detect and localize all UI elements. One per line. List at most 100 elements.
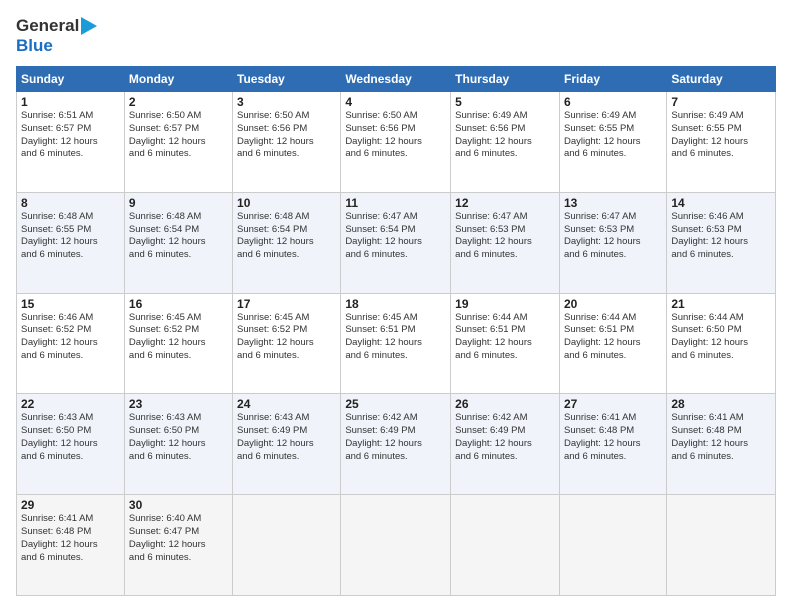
cell-week2-day0: 8 Sunrise: 6:48 AMSunset: 6:55 PMDayligh…: [17, 192, 125, 293]
day-info: Sunrise: 6:45 AMSunset: 6:52 PMDaylight:…: [129, 312, 206, 361]
day-number: 1: [21, 95, 120, 109]
header-friday: Friday: [559, 67, 666, 92]
cell-week5-day6: [667, 495, 776, 596]
day-info: Sunrise: 6:50 AMSunset: 6:56 PMDaylight:…: [345, 110, 422, 159]
day-info: Sunrise: 6:42 AMSunset: 6:49 PMDaylight:…: [455, 412, 532, 461]
cell-week1-day6: 7 Sunrise: 6:49 AMSunset: 6:55 PMDayligh…: [667, 92, 776, 193]
calendar-body: 1 Sunrise: 6:51 AMSunset: 6:57 PMDayligh…: [17, 92, 776, 596]
day-info: Sunrise: 6:45 AMSunset: 6:52 PMDaylight:…: [237, 312, 314, 361]
day-number: 21: [671, 297, 771, 311]
cell-week4-day4: 26 Sunrise: 6:42 AMSunset: 6:49 PMDaylig…: [451, 394, 560, 495]
header-monday: Monday: [124, 67, 232, 92]
cell-week2-day2: 10 Sunrise: 6:48 AMSunset: 6:54 PMDaylig…: [233, 192, 341, 293]
day-number: 25: [345, 397, 446, 411]
day-info: Sunrise: 6:50 AMSunset: 6:56 PMDaylight:…: [237, 110, 314, 159]
day-number: 3: [237, 95, 336, 109]
day-number: 17: [237, 297, 336, 311]
day-number: 24: [237, 397, 336, 411]
day-info: Sunrise: 6:49 AMSunset: 6:55 PMDaylight:…: [564, 110, 641, 159]
cell-week2-day5: 13 Sunrise: 6:47 AMSunset: 6:53 PMDaylig…: [559, 192, 666, 293]
cell-week2-day1: 9 Sunrise: 6:48 AMSunset: 6:54 PMDayligh…: [124, 192, 232, 293]
day-number: 20: [564, 297, 662, 311]
day-info: Sunrise: 6:48 AMSunset: 6:54 PMDaylight:…: [237, 211, 314, 260]
day-number: 28: [671, 397, 771, 411]
day-number: 7: [671, 95, 771, 109]
day-of-week-row: SundayMondayTuesdayWednesdayThursdayFrid…: [17, 67, 776, 92]
day-info: Sunrise: 6:46 AMSunset: 6:53 PMDaylight:…: [671, 211, 748, 260]
cell-week3-day4: 19 Sunrise: 6:44 AMSunset: 6:51 PMDaylig…: [451, 293, 560, 394]
day-number: 11: [345, 196, 446, 210]
day-info: Sunrise: 6:49 AMSunset: 6:56 PMDaylight:…: [455, 110, 532, 159]
header-tuesday: Tuesday: [233, 67, 341, 92]
cell-week2-day4: 12 Sunrise: 6:47 AMSunset: 6:53 PMDaylig…: [451, 192, 560, 293]
day-info: Sunrise: 6:43 AMSunset: 6:50 PMDaylight:…: [129, 412, 206, 461]
cell-week4-day5: 27 Sunrise: 6:41 AMSunset: 6:48 PMDaylig…: [559, 394, 666, 495]
day-info: Sunrise: 6:42 AMSunset: 6:49 PMDaylight:…: [345, 412, 422, 461]
cell-week5-day4: [451, 495, 560, 596]
cell-week5-day3: [341, 495, 451, 596]
week-row-2: 8 Sunrise: 6:48 AMSunset: 6:55 PMDayligh…: [17, 192, 776, 293]
cell-week4-day2: 24 Sunrise: 6:43 AMSunset: 6:49 PMDaylig…: [233, 394, 341, 495]
cell-week3-day3: 18 Sunrise: 6:45 AMSunset: 6:51 PMDaylig…: [341, 293, 451, 394]
day-number: 30: [129, 498, 228, 512]
logo-general: General: [16, 16, 79, 36]
day-number: 29: [21, 498, 120, 512]
day-number: 9: [129, 196, 228, 210]
week-row-1: 1 Sunrise: 6:51 AMSunset: 6:57 PMDayligh…: [17, 92, 776, 193]
cell-week3-day0: 15 Sunrise: 6:46 AMSunset: 6:52 PMDaylig…: [17, 293, 125, 394]
header-saturday: Saturday: [667, 67, 776, 92]
cell-week5-day5: [559, 495, 666, 596]
day-number: 10: [237, 196, 336, 210]
day-info: Sunrise: 6:50 AMSunset: 6:57 PMDaylight:…: [129, 110, 206, 159]
cell-week3-day2: 17 Sunrise: 6:45 AMSunset: 6:52 PMDaylig…: [233, 293, 341, 394]
day-info: Sunrise: 6:49 AMSunset: 6:55 PMDaylight:…: [671, 110, 748, 159]
day-info: Sunrise: 6:40 AMSunset: 6:47 PMDaylight:…: [129, 513, 206, 562]
header: General Blue: [16, 16, 776, 56]
day-info: Sunrise: 6:47 AMSunset: 6:53 PMDaylight:…: [455, 211, 532, 260]
cell-week4-day3: 25 Sunrise: 6:42 AMSunset: 6:49 PMDaylig…: [341, 394, 451, 495]
day-info: Sunrise: 6:41 AMSunset: 6:48 PMDaylight:…: [564, 412, 641, 461]
cell-week2-day3: 11 Sunrise: 6:47 AMSunset: 6:54 PMDaylig…: [341, 192, 451, 293]
cell-week3-day1: 16 Sunrise: 6:45 AMSunset: 6:52 PMDaylig…: [124, 293, 232, 394]
day-number: 18: [345, 297, 446, 311]
header-thursday: Thursday: [451, 67, 560, 92]
cell-week1-day2: 3 Sunrise: 6:50 AMSunset: 6:56 PMDayligh…: [233, 92, 341, 193]
header-sunday: Sunday: [17, 67, 125, 92]
week-row-5: 29 Sunrise: 6:41 AMSunset: 6:48 PMDaylig…: [17, 495, 776, 596]
cell-week4-day0: 22 Sunrise: 6:43 AMSunset: 6:50 PMDaylig…: [17, 394, 125, 495]
day-number: 5: [455, 95, 555, 109]
day-info: Sunrise: 6:44 AMSunset: 6:51 PMDaylight:…: [564, 312, 641, 361]
week-row-3: 15 Sunrise: 6:46 AMSunset: 6:52 PMDaylig…: [17, 293, 776, 394]
logo-blue: Blue: [16, 36, 53, 56]
cell-week3-day6: 21 Sunrise: 6:44 AMSunset: 6:50 PMDaylig…: [667, 293, 776, 394]
calendar-table: SundayMondayTuesdayWednesdayThursdayFrid…: [16, 66, 776, 596]
day-info: Sunrise: 6:43 AMSunset: 6:49 PMDaylight:…: [237, 412, 314, 461]
day-info: Sunrise: 6:41 AMSunset: 6:48 PMDaylight:…: [671, 412, 748, 461]
logo-arrow-icon: [81, 17, 103, 35]
cell-week1-day5: 6 Sunrise: 6:49 AMSunset: 6:55 PMDayligh…: [559, 92, 666, 193]
cell-week4-day1: 23 Sunrise: 6:43 AMSunset: 6:50 PMDaylig…: [124, 394, 232, 495]
cell-week1-day4: 5 Sunrise: 6:49 AMSunset: 6:56 PMDayligh…: [451, 92, 560, 193]
cell-week4-day6: 28 Sunrise: 6:41 AMSunset: 6:48 PMDaylig…: [667, 394, 776, 495]
day-info: Sunrise: 6:51 AMSunset: 6:57 PMDaylight:…: [21, 110, 98, 159]
header-wednesday: Wednesday: [341, 67, 451, 92]
day-number: 13: [564, 196, 662, 210]
week-row-4: 22 Sunrise: 6:43 AMSunset: 6:50 PMDaylig…: [17, 394, 776, 495]
day-info: Sunrise: 6:48 AMSunset: 6:55 PMDaylight:…: [21, 211, 98, 260]
day-info: Sunrise: 6:43 AMSunset: 6:50 PMDaylight:…: [21, 412, 98, 461]
day-number: 16: [129, 297, 228, 311]
cell-week1-day3: 4 Sunrise: 6:50 AMSunset: 6:56 PMDayligh…: [341, 92, 451, 193]
day-info: Sunrise: 6:44 AMSunset: 6:51 PMDaylight:…: [455, 312, 532, 361]
day-number: 8: [21, 196, 120, 210]
day-number: 14: [671, 196, 771, 210]
day-number: 23: [129, 397, 228, 411]
day-number: 12: [455, 196, 555, 210]
day-info: Sunrise: 6:44 AMSunset: 6:50 PMDaylight:…: [671, 312, 748, 361]
cell-week5-day0: 29 Sunrise: 6:41 AMSunset: 6:48 PMDaylig…: [17, 495, 125, 596]
cell-week1-day0: 1 Sunrise: 6:51 AMSunset: 6:57 PMDayligh…: [17, 92, 125, 193]
day-number: 19: [455, 297, 555, 311]
day-number: 2: [129, 95, 228, 109]
day-info: Sunrise: 6:46 AMSunset: 6:52 PMDaylight:…: [21, 312, 98, 361]
day-number: 15: [21, 297, 120, 311]
day-info: Sunrise: 6:47 AMSunset: 6:53 PMDaylight:…: [564, 211, 641, 260]
